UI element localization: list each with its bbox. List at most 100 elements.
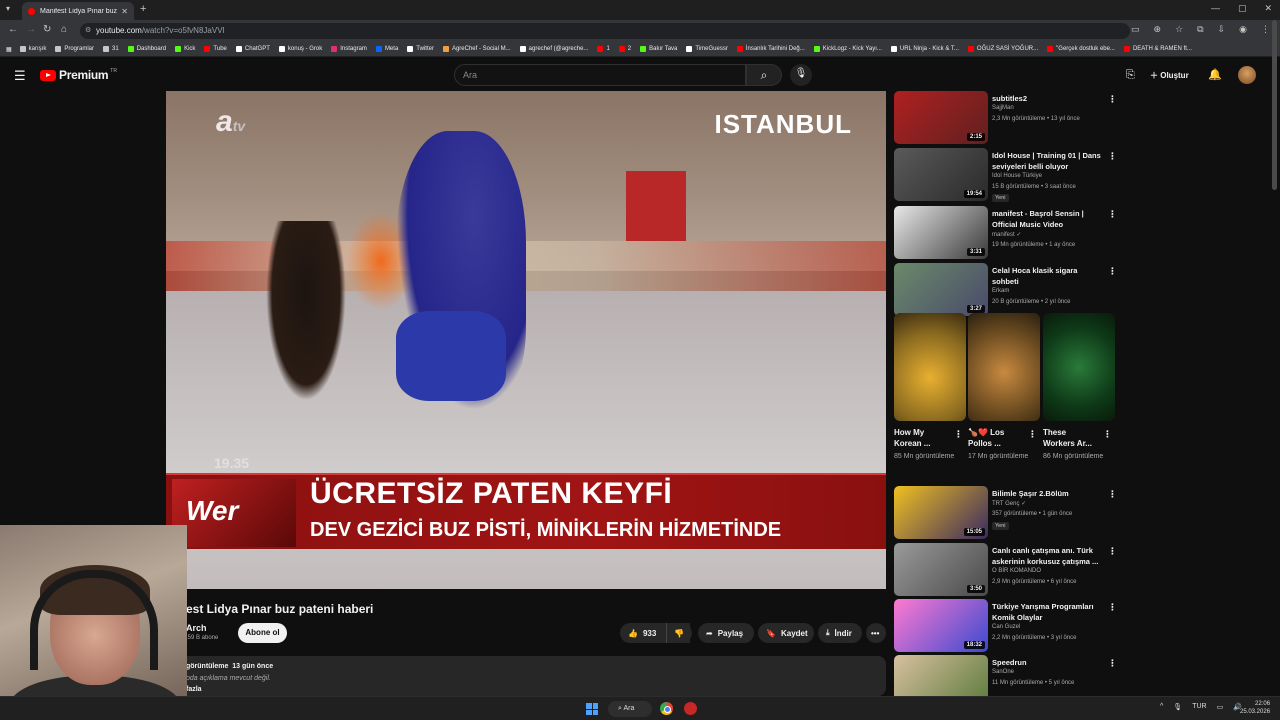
video-title[interactable]: Türkiye Yarışma Programları Komik Olayla… [992, 601, 1104, 623]
short-title[interactable]: How My Korean ... [894, 427, 950, 449]
site-info-icon[interactable]: ⚙ [85, 26, 91, 34]
more-vertical-icon[interactable]: ⋮ [1108, 602, 1117, 613]
bookmark-item[interactable]: Programlar [55, 46, 94, 52]
video-title[interactable]: Bilimle Şaşır 2.Bölüm [992, 488, 1104, 499]
video-title[interactable]: Canlı canlı çatışma anı. Türk askerinin … [992, 545, 1104, 567]
bookmark-item[interactable]: 2 [618, 46, 631, 52]
more-vertical-icon[interactable]: ⋮ [1108, 151, 1117, 162]
page-scrollbar[interactable] [1272, 20, 1277, 190]
video-thumbnail[interactable]: 2:15 [894, 91, 988, 144]
reload-icon[interactable]: ↻ [43, 24, 51, 35]
bookmark-item[interactable]: Dashboard [127, 46, 166, 52]
taskbar-clock[interactable]: 22:06 25.03.2026 [1240, 700, 1270, 716]
search-input[interactable]: Ara [454, 64, 746, 86]
short-item[interactable]: How My Korean ... 85 Mn görüntüleme ⋮ [894, 313, 966, 460]
bookmark-item[interactable]: OĞUZ SASİ YOĞUR... [967, 46, 1038, 52]
new-tab-icon[interactable]: + [140, 3, 146, 15]
more-vertical-icon[interactable]: ⋮ [1103, 429, 1112, 440]
video-title[interactable]: Speedrun [992, 657, 1104, 668]
recommended-video[interactable]: 18:32 Türkiye Yarışma Programları Komik O… [894, 599, 1124, 653]
windows-start-icon[interactable] [586, 703, 598, 715]
more-vertical-icon[interactable]: ⋮ [1108, 266, 1117, 277]
channel-name[interactable]: SanOne [992, 669, 1014, 675]
language-indicator[interactable]: TUR [1192, 703, 1206, 711]
bookmark-item[interactable]: Instagram [331, 46, 367, 52]
bookmark-item[interactable]: KickLogz - Kick Yayı... [813, 46, 882, 52]
youtube-logo[interactable]: Premium TR [40, 68, 117, 82]
home-icon[interactable]: ⌂ [61, 24, 67, 35]
video-player[interactable]: atv ISTANBUL 19.35 Wer ÜCRETSİZ PATEN KE… [166, 91, 886, 589]
recommended-video[interactable]: 19:54 Idol House | Training 01 | Dans sev… [894, 148, 1124, 202]
short-title[interactable]: 🍗❤️ Los Pollos ... [968, 427, 1024, 449]
bookmark-item[interactable]: Bakır Tava [640, 46, 677, 52]
description-box[interactable]: görüntüleme 13 gün önce oda açıklama mev… [166, 656, 886, 696]
menu-kebab-icon[interactable]: ⋮ [1261, 24, 1270, 35]
account-avatar[interactable] [1238, 66, 1256, 84]
video-thumbnail[interactable]: 15:05 [894, 486, 988, 539]
minimize-icon[interactable]: — [1211, 3, 1220, 14]
more-actions-button[interactable]: ••• [866, 623, 886, 643]
video-title[interactable]: Idol House | Training 01 | Dans seviyele… [992, 150, 1104, 172]
bookmark-item[interactable]: "Gerçek dostluk ebe... [1047, 46, 1115, 52]
channel-name[interactable]: Erkam [992, 288, 1009, 294]
channel-name[interactable]: O BİR KOMANDO [992, 568, 1041, 574]
close-window-icon[interactable]: ✕ [1264, 3, 1272, 14]
short-thumbnail[interactable] [968, 313, 1040, 421]
tab-search-icon[interactable]: ▾ [6, 4, 10, 13]
bookmark-item[interactable]: 1 [597, 46, 610, 52]
more-vertical-icon[interactable]: ⋮ [1108, 489, 1117, 500]
channel-name[interactable]: manifest ✓ [992, 231, 1021, 238]
extensions-icon[interactable]: ⧉ [1197, 24, 1203, 35]
cast-icon[interactable]: ⎘ [1126, 69, 1135, 82]
taskbar-search[interactable]: ⌕ Ara [608, 701, 652, 717]
more-vertical-icon[interactable]: ⋮ [1108, 209, 1117, 220]
video-title[interactable]: manifest - Başrol Sensin | Official Musi… [992, 208, 1104, 230]
video-thumbnail[interactable]: 3:50 [894, 543, 988, 596]
channel-name[interactable]: TRT Genç ✓ [992, 500, 1026, 507]
browser-tab-active[interactable]: Manifest Lidya Pınar buz paten ✕ [22, 2, 134, 20]
network-icon[interactable]: ▭ [1217, 703, 1224, 711]
share-button[interactable]: ➦ Paylaş [698, 623, 754, 643]
channel-name[interactable]: Idol House Türkiye [992, 173, 1042, 179]
short-item[interactable]: These Workers Ar... 86 Mn görüntüleme ⋮ [1043, 313, 1115, 460]
notifications-bell-icon[interactable]: 🔔 [1208, 68, 1222, 81]
short-title[interactable]: These Workers Ar... [1043, 427, 1099, 449]
more-vertical-icon[interactable]: ⋮ [1108, 658, 1117, 669]
recommended-video[interactable]: 15:05 Bilimle Şaşır 2.Bölüm TRT Genç ✓ 357 … [894, 486, 1124, 540]
bookmark-item[interactable]: Tube [204, 46, 227, 52]
bookmark-item[interactable]: agrechef (@agreche... [519, 46, 588, 52]
bookmark-item[interactable]: Kick [175, 46, 195, 52]
channel-name[interactable]: Can Guzel [992, 624, 1020, 630]
recommended-video[interactable]: 3:31 manifest - Başrol Sensin | Official … [894, 206, 1124, 260]
profile-icon[interactable]: ◉ [1239, 24, 1247, 35]
hamburger-menu-icon[interactable]: ☰ [14, 68, 26, 84]
recommended-video[interactable]: 3:50 Canlı canlı çatışma anı. Türk askeri… [894, 543, 1124, 597]
description-more-link[interactable]: fazla [186, 686, 202, 693]
short-thumbnail[interactable] [1043, 313, 1115, 421]
bookmark-item[interactable]: Twitter [407, 46, 434, 52]
bookmark-item[interactable]: DEATH & RAMEN ft... [1123, 46, 1192, 52]
more-vertical-icon[interactable]: ⋮ [1108, 546, 1117, 557]
downloads-icon[interactable]: ⇩ [1218, 24, 1226, 35]
video-thumbnail[interactable]: 19:54 [894, 148, 988, 201]
video-thumbnail[interactable]: 3:27 [894, 263, 988, 316]
video-title[interactable]: subtitles2 [992, 93, 1104, 104]
back-icon[interactable]: ← [8, 24, 18, 35]
tray-mic-icon[interactable]: 🎙 [1173, 703, 1182, 711]
search-button[interactable]: ⌕ [746, 64, 782, 86]
download-button[interactable]: ⤓ İndir [818, 623, 862, 643]
forward-icon[interactable]: → [26, 24, 36, 35]
zoom-icon[interactable]: ⊕ [1154, 24, 1162, 35]
bookmark-item[interactable]: 31 [103, 46, 119, 52]
bookmark-star-icon[interactable]: ☆ [1175, 24, 1183, 35]
bookmark-item[interactable]: ChatGPT [235, 46, 270, 52]
video-thumbnail[interactable]: 3:31 [894, 206, 988, 259]
dislike-button[interactable]: 👎 [666, 623, 692, 643]
short-item[interactable]: 🍗❤️ Los Pollos ... 17 Mn görüntüleme ⋮ [968, 313, 1040, 460]
short-thumbnail[interactable] [894, 313, 966, 421]
bookmark-item[interactable]: İnsanlık Tarihini Değ... [736, 46, 805, 52]
apps-grid-icon[interactable]: ▦ [6, 46, 12, 53]
bookmark-item[interactable]: Meta [375, 46, 398, 52]
more-vertical-icon[interactable]: ⋮ [1028, 429, 1037, 440]
channel-name[interactable]: SajjMan [992, 105, 1014, 111]
